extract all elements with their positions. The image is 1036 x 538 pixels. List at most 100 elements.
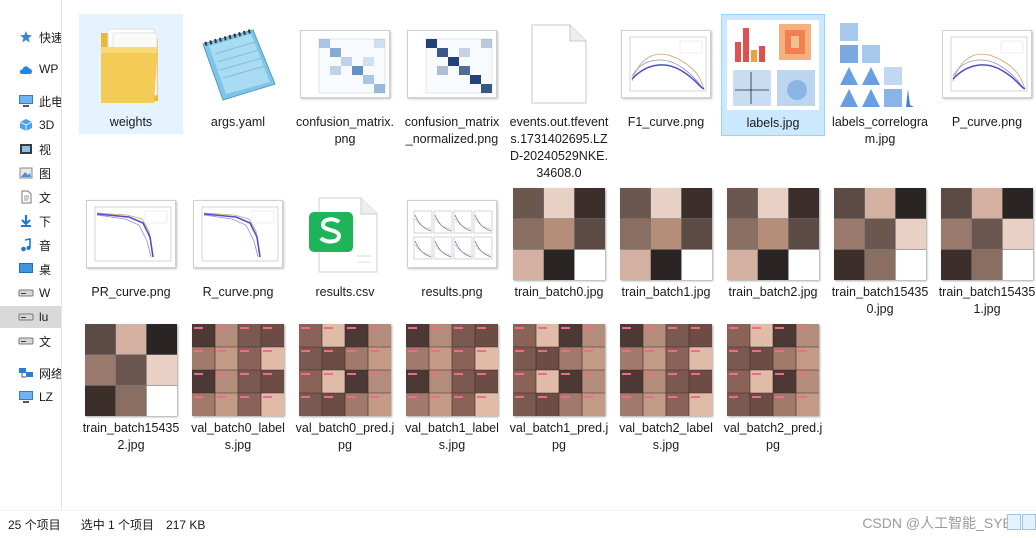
nav-item-label: LZ (39, 390, 54, 404)
file-item[interactable]: args.yaml (186, 14, 290, 134)
file-name: events.out.tfevents.1731402695.LZD-20240… (509, 115, 609, 180)
nav-item[interactable]: 桌 (0, 258, 61, 280)
file-item[interactable]: val_batch0_labels.jpg (186, 320, 290, 457)
file-thumbnail (190, 322, 286, 418)
nav-item[interactable]: W (0, 282, 61, 304)
nav-item-label: W (39, 286, 51, 300)
file-thumbnail (190, 16, 286, 112)
file-thumbnail (832, 16, 928, 112)
file-item[interactable]: train_batch2.jpg (721, 184, 825, 304)
drive-icon (18, 333, 34, 349)
nav-item[interactable]: 图 (0, 162, 61, 184)
file-item[interactable]: train_batch154350.jpg (828, 184, 932, 321)
file-name: weights (109, 115, 153, 129)
selection-count: 选中 1 个项目 (80, 518, 155, 532)
nav-item[interactable]: 网络 (0, 362, 62, 384)
item-count: 25 个项目 (8, 518, 61, 532)
file-thumbnail (297, 16, 393, 112)
file-item[interactable]: val_batch1_labels.jpg (400, 320, 504, 457)
video-icon (18, 141, 34, 157)
file-item[interactable]: train_batch0.jpg (507, 184, 611, 304)
file-thumbnail (725, 322, 821, 418)
file-name: val_batch1_pred.jpg (509, 421, 609, 452)
file-item[interactable]: train_batch154352.jpg (79, 320, 183, 457)
file-item[interactable]: labels.jpg (721, 14, 825, 136)
large-icons-view-button[interactable] (1022, 514, 1036, 530)
file-item[interactable]: val_batch2_labels.jpg (614, 320, 718, 457)
file-item[interactable]: R_curve.png (186, 184, 290, 304)
file-name: R_curve.png (202, 285, 274, 299)
nav-item-label: 桌 (39, 262, 52, 277)
folder-icon (83, 16, 179, 112)
nav-item[interactable]: LZ (0, 386, 61, 408)
file-thumbnail (618, 322, 714, 418)
nav-item-label: 音 (39, 238, 52, 253)
file-item[interactable]: train_batch154351.jpg (935, 184, 1036, 321)
file-thumbnail (190, 186, 286, 282)
file-item[interactable]: results.png (400, 184, 504, 304)
nav-item[interactable]: 音 (0, 234, 61, 256)
file-name: args.yaml (210, 115, 266, 129)
file-name: train_batch154352.jpg (82, 421, 180, 452)
file-thumbnail (618, 186, 714, 282)
file-name: results.png (421, 285, 483, 299)
file-name: train_batch0.jpg (514, 285, 604, 299)
file-item[interactable]: val_batch2_pred.jpg (721, 320, 825, 457)
file-name: val_batch1_labels.jpg (405, 421, 499, 452)
file-thumbnail (939, 186, 1035, 282)
file-item[interactable]: train_batch1.jpg (614, 184, 718, 304)
file-name: confusion_matrix_normalized.png (404, 115, 500, 146)
file-item[interactable]: events.out.tfevents.1731402695.LZD-20240… (507, 14, 611, 185)
file-item[interactable]: confusion_matrix_normalized.png (400, 14, 504, 151)
nav-item[interactable]: lu (0, 306, 61, 328)
details-view-button[interactable] (1007, 514, 1021, 530)
file-item[interactable]: results.csv (293, 184, 397, 304)
file-thumbnail (83, 186, 179, 282)
file-item[interactable]: val_batch0_pred.jpg (293, 320, 397, 457)
nav-item[interactable]: 视 (0, 138, 61, 160)
nav-item[interactable]: 3D (0, 114, 61, 136)
nav-item[interactable]: 下 (0, 210, 61, 232)
nav-item-label: 图 (39, 166, 52, 181)
file-thumbnail (939, 16, 1035, 112)
desktop-icon (18, 261, 34, 277)
document-icon (18, 189, 34, 205)
picture-icon (18, 165, 34, 181)
computer-icon (18, 93, 34, 109)
watermark: CSDN @人工智能_SYBH (862, 515, 1022, 531)
nav-item-label: 视 (39, 142, 52, 157)
file-thumbnail (511, 322, 607, 418)
file-name: P_curve.png (951, 115, 1023, 129)
file-item[interactable]: val_batch1_pred.jpg (507, 320, 611, 457)
file-item[interactable]: confusion_matrix.png (293, 14, 397, 151)
file-name: train_batch154350.jpg (831, 285, 929, 316)
file-thumbnail (511, 16, 607, 112)
nav-item[interactable]: 文 (0, 186, 61, 208)
nav-item[interactable]: 此电 (0, 90, 61, 112)
file-thumbnail (404, 16, 500, 112)
star-icon (18, 29, 34, 45)
nav-item-label: 3D (39, 118, 55, 132)
nav-item-label: 文 (39, 334, 52, 349)
file-thumbnail (297, 186, 393, 282)
file-thumbnail (725, 186, 821, 282)
nav-item-label: lu (39, 310, 49, 324)
file-item[interactable]: weights (79, 14, 183, 134)
file-name: train_batch154351.jpg (938, 285, 1036, 316)
nav-item[interactable]: 快速 (0, 26, 61, 48)
cube-icon (18, 117, 34, 133)
nav-item[interactable]: 文 (0, 330, 61, 352)
file-name: val_batch2_labels.jpg (619, 421, 713, 452)
file-thumbnail (832, 186, 928, 282)
nav-item-label: 网络 (39, 366, 62, 381)
file-name: val_batch0_pred.jpg (295, 421, 395, 452)
drive-icon (18, 309, 34, 325)
file-item[interactable]: F1_curve.png (614, 14, 718, 134)
file-item[interactable]: labels_correlogram.jpg (828, 14, 932, 151)
file-name: PR_curve.png (91, 285, 171, 299)
file-item[interactable]: PR_curve.png (79, 184, 183, 304)
nav-item[interactable]: WP (0, 58, 61, 80)
file-name: val_batch0_labels.jpg (191, 421, 285, 452)
file-item[interactable]: P_curve.png (935, 14, 1036, 134)
file-name: val_batch2_pred.jpg (723, 421, 823, 452)
